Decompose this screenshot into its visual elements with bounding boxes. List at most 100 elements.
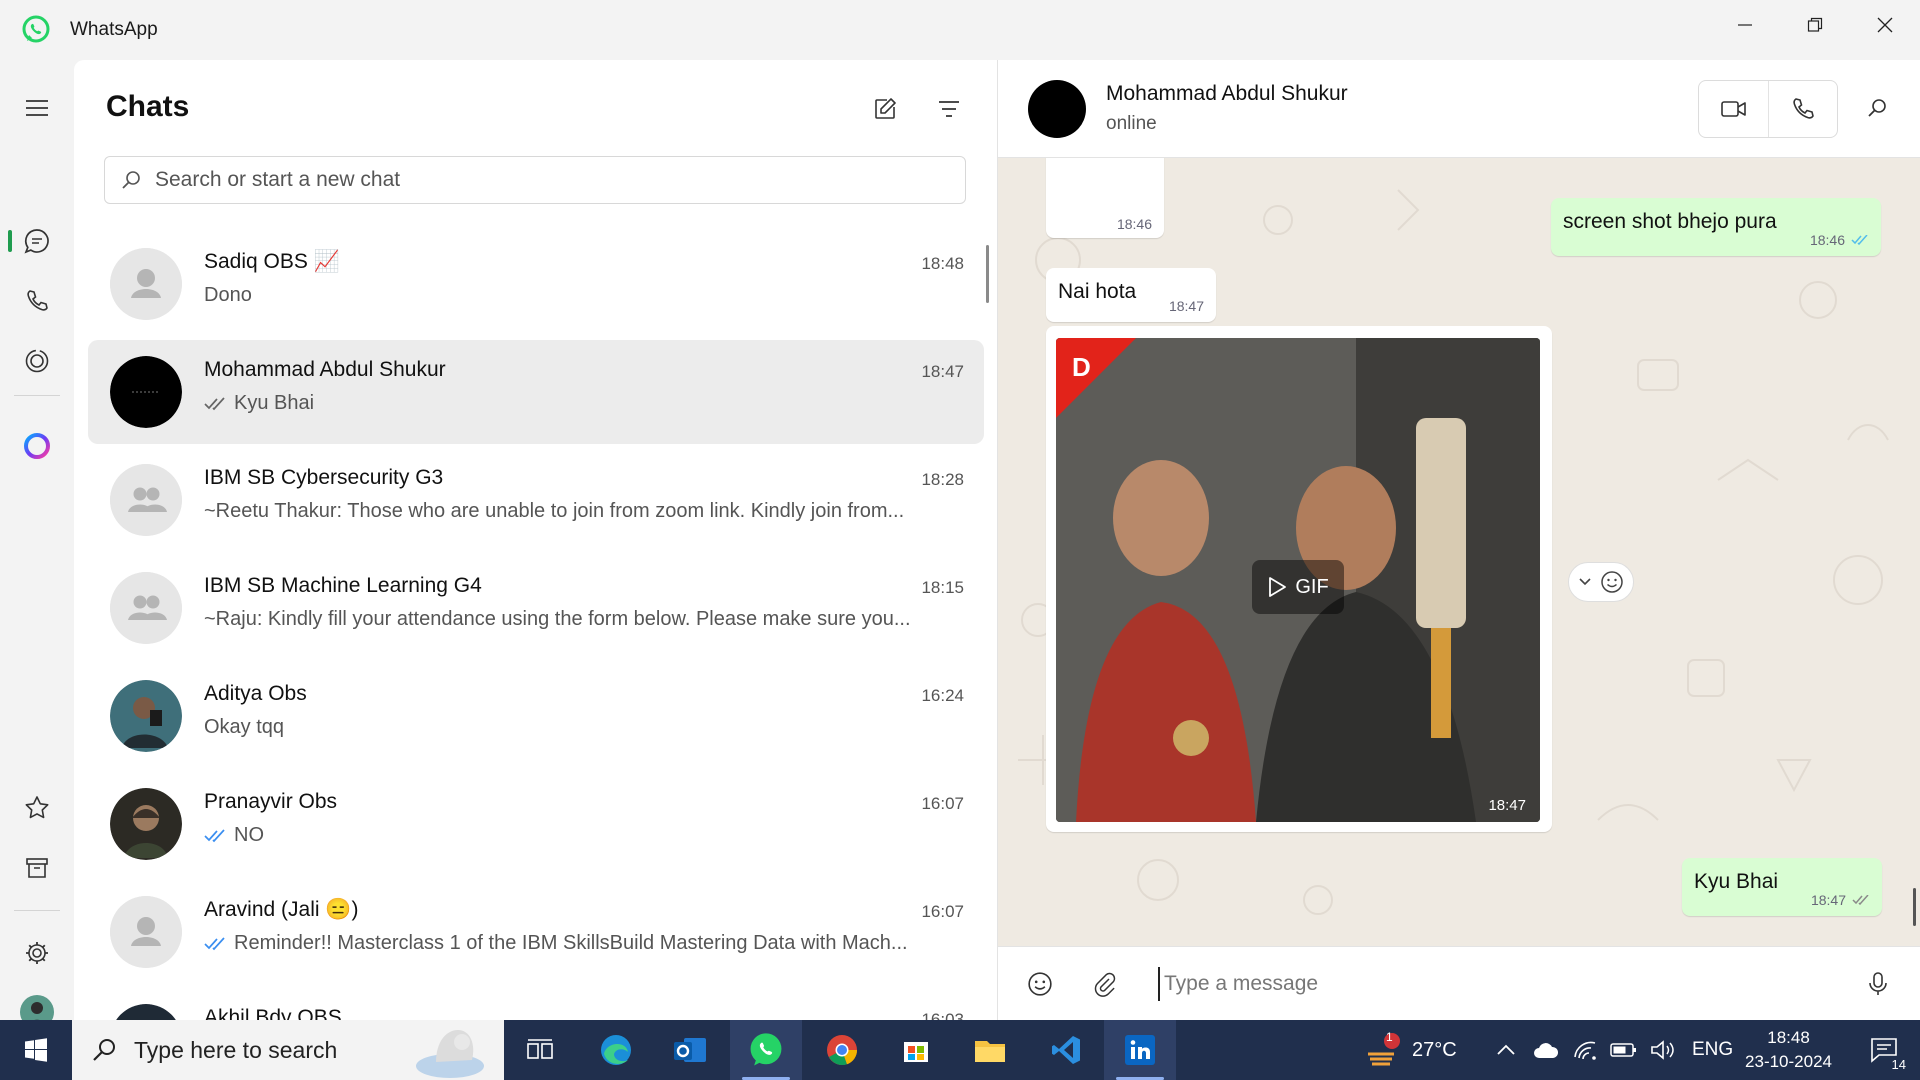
gif-play-button[interactable]: GIF xyxy=(1252,560,1344,614)
chat-list-item[interactable]: Pranayvir Obs 16:07 NO xyxy=(88,772,984,876)
taskbar-vscode[interactable] xyxy=(1030,1020,1102,1080)
rail-status-button[interactable] xyxy=(0,333,74,389)
chat-name: Aravind (Jali 😑) xyxy=(204,898,359,922)
vscode-icon xyxy=(1052,1036,1080,1064)
weather-widget[interactable]: 1 27°C xyxy=(1362,1020,1457,1080)
chat-list-item[interactable]: Mohammad Abdul Shukur 18:47 Kyu Bhai xyxy=(88,340,984,444)
outlook-icon xyxy=(674,1038,706,1062)
chevron-up-icon[interactable] xyxy=(1494,1042,1518,1058)
video-call-button[interactable] xyxy=(1699,81,1768,137)
double-tick-grey-icon xyxy=(1852,895,1869,905)
chat-list-item[interactable]: Aditya Obs 16:24 Okay tqq xyxy=(88,664,984,768)
folder-icon xyxy=(975,1041,1005,1062)
taskbar-edge[interactable] xyxy=(580,1020,652,1080)
chat-name: Aditya Obs xyxy=(204,682,307,706)
message-bubble-partial[interactable]: 18:46 xyxy=(1046,148,1164,238)
gear-icon xyxy=(26,942,48,964)
chat-list-item[interactable]: Aravind (Jali 😑) 16:07 Reminder!! Mastercl… xyxy=(88,880,984,984)
rail-archived-button[interactable] xyxy=(0,840,74,896)
rail-calls-button[interactable] xyxy=(0,273,74,329)
task-view-button[interactable] xyxy=(504,1020,576,1080)
chat-time: 16:07 xyxy=(921,794,964,813)
message-input[interactable] xyxy=(1158,967,1818,1001)
message-time: 18:46 xyxy=(1116,216,1152,232)
reaction-pill[interactable] xyxy=(1568,562,1634,602)
start-button[interactable] xyxy=(0,1020,72,1080)
message-time: 18:46 xyxy=(1809,232,1845,248)
wifi-icon[interactable] xyxy=(1572,1039,1598,1061)
contact-avatar[interactable] xyxy=(1028,80,1086,138)
gif-preview[interactable]: D GIF 18:47 xyxy=(1056,338,1540,822)
filter-icon xyxy=(939,101,959,117)
avatar xyxy=(110,464,182,536)
chat-time: 18:47 xyxy=(921,362,964,381)
taskbar-linkedin[interactable] xyxy=(1104,1020,1176,1080)
search-icon xyxy=(1868,99,1886,117)
gif-message[interactable]: D GIF 18:47 xyxy=(1046,326,1552,832)
voice-message-button[interactable] xyxy=(1856,962,1900,1006)
chat-name: Pranayvir Obs xyxy=(204,790,337,814)
attach-button[interactable] xyxy=(1082,962,1126,1006)
chat-search-input[interactable] xyxy=(155,168,935,192)
message-bubble-incoming[interactable]: Nai hota 18:47 xyxy=(1046,268,1216,322)
chat-time: 16:03 xyxy=(921,1010,964,1020)
chat-name: Mohammad Abdul Shukur xyxy=(204,358,446,382)
taskbar-clock[interactable]: 18:48 23-10-2024 xyxy=(1745,1026,1832,1074)
rail-chats-button[interactable] xyxy=(0,213,74,269)
avatar xyxy=(110,572,182,644)
chat-name-text: IBM SB Cybersecurity G3 xyxy=(204,466,444,489)
navigation-rail xyxy=(0,60,74,1029)
chat-list-item[interactable]: Sadiq OBS 📈 18:48 Dono xyxy=(88,232,984,336)
task-view-icon xyxy=(527,1039,553,1059)
filter-button[interactable] xyxy=(926,86,972,132)
close-button[interactable] xyxy=(1850,0,1920,50)
phone-icon xyxy=(27,290,48,311)
chat-list-item[interactable]: IBM SB Cybersecurity G3 18:28 ~Reetu Thaku… xyxy=(88,448,984,552)
battery-icon[interactable] xyxy=(1610,1041,1638,1059)
language-indicator[interactable]: ENG xyxy=(1692,1039,1733,1061)
minimize-button[interactable] xyxy=(1710,0,1780,50)
taskbar-chrome[interactable] xyxy=(806,1020,878,1080)
paperclip-icon xyxy=(1094,972,1116,997)
new-chat-button[interactable] xyxy=(862,86,908,132)
avatar-image xyxy=(116,1004,176,1020)
rail-starred-button[interactable] xyxy=(0,780,74,836)
avatar xyxy=(110,896,182,968)
avatar-image xyxy=(110,788,182,860)
chat-time: 18:15 xyxy=(921,578,964,597)
taskbar-whatsapp[interactable] xyxy=(730,1020,802,1080)
search-in-chat-button[interactable] xyxy=(1858,88,1898,128)
message-text: Nai hota xyxy=(1058,280,1137,303)
chat-search-box[interactable] xyxy=(104,156,966,204)
notification-center-button[interactable]: 14 xyxy=(1848,1020,1920,1080)
rail-settings-button[interactable] xyxy=(0,925,74,981)
rail-meta-ai-button[interactable] xyxy=(0,418,74,474)
emoji-button[interactable] xyxy=(1018,962,1062,1006)
taskbar-store[interactable] xyxy=(880,1020,952,1080)
taskbar-outlook[interactable] xyxy=(654,1020,726,1080)
message-bubble-outgoing[interactable]: Kyu Bhai 18:47 xyxy=(1682,858,1882,916)
taskbar-search[interactable]: Type here to search xyxy=(72,1020,504,1080)
chat-list-item[interactable]: IBM SB Machine Learning G4 18:15 ~Raju: Ki… xyxy=(88,556,984,660)
weather-icon xyxy=(1368,1033,1400,1066)
conversation-panel: Mohammad Abdul Shukur online 18:46 scree… xyxy=(998,60,1920,1020)
chat-time: 18:28 xyxy=(921,470,964,489)
avatar xyxy=(110,788,182,860)
weather-badge: 1 xyxy=(1386,1030,1393,1044)
volume-icon[interactable] xyxy=(1650,1039,1676,1061)
chat-name-text: IBM SB Machine Learning G4 xyxy=(204,574,482,597)
rail-divider xyxy=(14,395,60,396)
restore-button[interactable] xyxy=(1780,0,1850,50)
menu-button[interactable] xyxy=(0,80,74,136)
phone-icon xyxy=(1793,98,1814,119)
conversation-scrollbar[interactable] xyxy=(1913,888,1916,926)
avatar xyxy=(110,1004,182,1020)
voice-call-button[interactable] xyxy=(1768,81,1837,137)
message-bubble-outgoing[interactable]: screen shot bhejo pura 18:46 xyxy=(1551,198,1881,256)
contact-name[interactable]: Mohammad Abdul Shukur xyxy=(1106,82,1348,106)
chat-list-item[interactable]: Akhil Bdy OBS 16:03 xyxy=(88,988,984,1020)
taskbar-file-explorer[interactable] xyxy=(954,1020,1026,1080)
chat-list-scrollbar[interactable] xyxy=(986,245,989,303)
onedrive-cloud-icon[interactable] xyxy=(1532,1040,1560,1060)
chat-time: 16:24 xyxy=(921,686,964,705)
